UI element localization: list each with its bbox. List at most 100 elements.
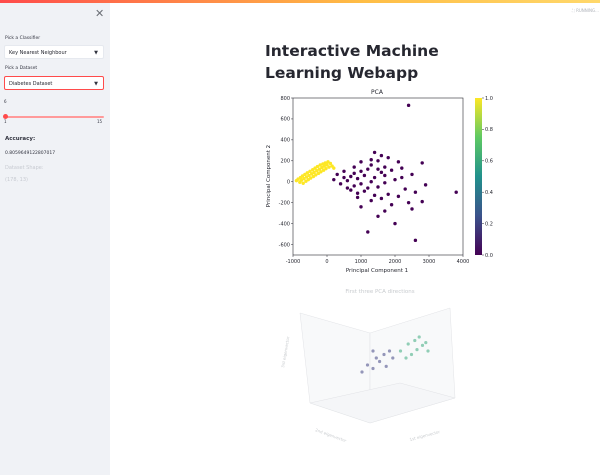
class-0-point <box>400 166 404 170</box>
x-tick-label: 2000 <box>389 259 402 265</box>
class-0-point <box>379 170 384 175</box>
class-0-point <box>342 169 346 173</box>
y-tick-label: -600 <box>279 242 290 248</box>
slider-track[interactable] <box>5 116 104 118</box>
class-1-point <box>301 181 305 186</box>
class-0-point <box>359 182 363 186</box>
dataset-shape-label: Dataset Shape: <box>5 165 44 171</box>
class-1-point <box>332 166 336 170</box>
colorbar-tick-label: 0.4 <box>485 190 493 196</box>
x-tick-label: 4000 <box>457 259 470 265</box>
class-0-point <box>366 186 370 190</box>
class-0-point <box>369 163 373 167</box>
class-1-point <box>327 165 331 169</box>
class-0-point <box>352 165 356 169</box>
pca-3d-point <box>417 335 421 339</box>
chart-title: First three PCA directions <box>345 289 414 295</box>
class-0-point <box>338 182 343 186</box>
class-0-point <box>372 175 377 180</box>
chart-title: PCA <box>371 89 384 96</box>
class-0-point <box>383 181 387 185</box>
pca-3d-point <box>406 342 410 346</box>
accuracy-value: 0.8059649122807017 <box>5 151 56 156</box>
slider-max-label: 15 <box>97 119 103 124</box>
class-0-point <box>366 167 370 171</box>
pca-3d-point <box>374 356 378 360</box>
y-axis-label: Principal Component 2 <box>266 145 272 207</box>
pca-3d-point <box>371 366 375 371</box>
class-0-point <box>403 187 407 191</box>
pca-3d-point <box>424 341 428 345</box>
class-0-point <box>396 194 401 199</box>
class-0-point <box>393 221 397 226</box>
class-0-point <box>393 177 397 182</box>
running-icon: ⛶ <box>572 8 575 13</box>
class-0-point <box>413 190 418 194</box>
class-0-point <box>383 165 387 169</box>
class-0-point <box>342 175 346 180</box>
class-0-point <box>372 150 377 155</box>
class-0-point <box>369 198 373 203</box>
classifier-select[interactable]: Key Nearest Neighbour ▼ <box>4 45 104 59</box>
dataset-select-value: Diabetes Dataset <box>9 81 53 87</box>
pca-3d-point <box>426 349 430 353</box>
chevron-down-icon: ▼ <box>94 50 98 56</box>
class-0-point <box>332 177 336 182</box>
x-tick-label: -1000 <box>286 259 301 265</box>
header-menu[interactable]: ⛶ RUNNING... <box>572 8 599 13</box>
dataset-select[interactable]: Diabetes Dataset ▼ <box>4 76 104 90</box>
pca-3d-point <box>420 343 425 347</box>
close-sidebar-icon[interactable]: ✕ <box>95 7 104 20</box>
sidebar: ✕ Pick a Classifier Key Nearest Neighbou… <box>0 3 110 475</box>
x-tick-label: 3000 <box>423 259 436 265</box>
class-0-point <box>345 186 350 190</box>
colorbar-tick-label: 0.8 <box>485 127 493 133</box>
dataset-label: Pick a Dataset <box>5 66 38 71</box>
class-0-point <box>406 200 411 205</box>
class-0-point <box>372 193 377 198</box>
classifier-select-value: Key Nearest Neighbour <box>9 50 67 56</box>
class-0-point <box>376 167 380 171</box>
class-0-point <box>389 203 394 207</box>
dataset-shape-value: (178, 13) <box>5 177 28 183</box>
pca-3d-point <box>360 370 364 374</box>
pca-3d-point <box>409 352 414 357</box>
class-0-point <box>345 178 350 183</box>
pca-3d-point <box>413 338 417 343</box>
x-tick-label: 1000 <box>355 259 368 265</box>
class-0-point <box>406 103 411 108</box>
class-0-point <box>349 188 353 192</box>
class-0-point <box>369 180 373 184</box>
colorbar-tick-label: 1.0 <box>485 96 493 102</box>
z-axis-label: 3rd eigenvector <box>280 336 290 368</box>
colorbar-tick-label: 0.6 <box>485 159 493 165</box>
class-0-point <box>359 160 363 164</box>
class-0-point <box>362 189 367 193</box>
pca-3d-point <box>398 349 403 353</box>
x-axis-label: 1st eigenvector <box>409 429 441 442</box>
colorbar-tick-label: 0.0 <box>485 253 493 259</box>
class-0-point <box>355 195 360 200</box>
pca-3d-point <box>391 356 395 360</box>
pca-3d-point <box>365 363 370 367</box>
class-0-point <box>386 155 390 160</box>
x-axis-label: Principal Component 1 <box>346 268 408 274</box>
y-tick-label: -400 <box>279 221 290 227</box>
class-0-point <box>376 185 380 189</box>
page-title: Interactive Machine Learning Webapp <box>265 42 439 82</box>
class-0-point <box>389 168 394 172</box>
class-0-point <box>400 175 404 180</box>
y-tick-label: 400 <box>280 138 290 144</box>
pca-3d-point <box>387 349 392 353</box>
class-0-point <box>423 183 428 187</box>
class-0-point <box>413 238 418 243</box>
class-0-point <box>352 171 356 176</box>
slider-min-label: 1 <box>4 119 7 124</box>
class-0-point <box>355 191 360 195</box>
class-0-point <box>376 214 380 218</box>
class-0-point <box>359 205 363 209</box>
class-0-point <box>366 230 370 234</box>
chevron-down-icon: ▼ <box>94 81 98 87</box>
class-0-point <box>420 199 424 204</box>
plot-area <box>292 97 464 256</box>
